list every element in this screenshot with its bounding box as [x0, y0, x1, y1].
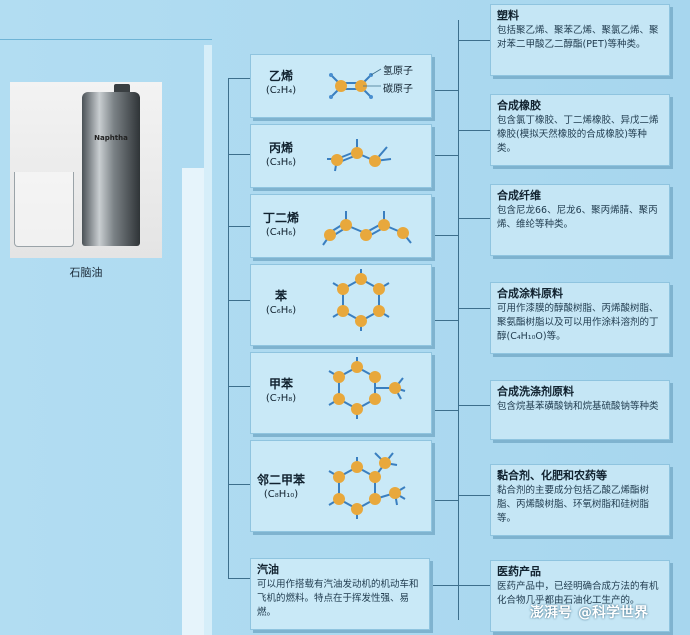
molecule-name: 苯: [274, 289, 287, 303]
molecule-formula: (C₇H₈): [265, 393, 297, 404]
molecule-formula: (C₂H₄): [265, 85, 297, 96]
product-line: [432, 500, 458, 501]
gasoline-box: 汽油 可以用作搭载有汽油发动机的机动车和飞机的燃料。特点在于挥发性强、易燃。: [250, 558, 430, 630]
molecule-propylene: 丙烯 (C₃H₆): [250, 124, 432, 188]
naphtha-photo: Naphtha: [10, 82, 162, 258]
molecule-formula: (C₆H₆): [265, 305, 297, 316]
gasoline-desc: 可以用作搭载有汽油发动机的机动车和飞机的燃料。特点在于挥发性强、易燃。: [257, 579, 419, 618]
molecule-benzene: 苯 (C₆H₆): [250, 264, 432, 346]
hydrogen-legend: 氢原子: [383, 66, 413, 77]
product-line: [432, 235, 458, 236]
branch-line: [228, 226, 250, 227]
product-desc: 包含烷基苯磺酸钠和烷基硫酸钠等种类: [497, 401, 659, 412]
xylene-structure: [328, 452, 406, 519]
carbon-legend: 碳原子: [383, 84, 413, 95]
mid-trunk: [204, 45, 212, 635]
glass-beaker: [14, 172, 74, 247]
product-title: 合成涂料原料: [497, 287, 563, 300]
molecule-name: 甲苯: [268, 377, 293, 391]
product-title: 黏合剂、化肥和农药等: [497, 469, 607, 482]
benzene-structure: [332, 269, 390, 331]
product-line: [432, 410, 458, 411]
branch-line: [228, 78, 250, 79]
product-line: [458, 495, 490, 496]
product-line: [432, 155, 458, 156]
product-desc: 黏合剂的主要成分包括乙酸乙烯酯树脂、丙烯酸树脂、环氧树脂和硅树脂等。: [497, 485, 650, 524]
watermark-account: @科学世界: [578, 605, 648, 621]
product-desc: 可用作漆膜的醇酸树脂、丙烯酸树脂、聚氨酯树脂以及可以用作涂料溶剂的丁醇(C₄H₁…: [497, 303, 659, 342]
branch-vline: [228, 78, 229, 578]
molecule-ethylene: 乙烯 (C₂H₄) 氢原子 碳原子: [250, 54, 432, 118]
molecule-butadiene: 丁二烯 (C₄H₆): [250, 194, 432, 258]
branch-line: [228, 484, 250, 485]
ethylene-structure: [329, 68, 382, 99]
product-title: 塑料: [497, 9, 519, 22]
product-line: [458, 405, 490, 406]
product-line: [458, 40, 490, 41]
product-title: 合成洗涤剂原料: [497, 385, 574, 398]
molecule-xylene: 邻二甲苯 (C₈H₁₀): [250, 440, 432, 532]
molecule-name: 乙烯: [268, 69, 293, 83]
right-vline: [458, 20, 459, 620]
product-title: 合成橡胶: [497, 99, 541, 112]
molecule-formula: (C₈H₁₀): [263, 489, 299, 500]
propylene-structure: [327, 139, 392, 172]
product-desc: 包含氯丁橡胶、丁二烯橡胶、异戊二烯橡胶(模拟天然橡胶的合成橡胶)等种类。: [497, 115, 659, 154]
watermark: 澎湃号 @科学世界: [530, 602, 648, 622]
toluene-structure: [328, 357, 406, 419]
product-title: 医药产品: [497, 565, 541, 578]
gasoline-title: 汽油: [257, 563, 279, 576]
product-synthetic-fiber: 合成纤维 包含尼龙66、尼龙6、聚丙烯腈、聚丙烯、维纶等种类。: [490, 184, 670, 256]
top-divider: [0, 39, 212, 40]
molecule-name: 邻二甲苯: [256, 473, 305, 487]
product-plastic: 塑料 包括聚乙烯、聚苯乙烯、聚氯乙烯、聚对苯二甲酸乙二醇酯(PET)等种类。: [490, 4, 670, 76]
product-coating: 合成涂料原料 可用作漆膜的醇酸树脂、丙烯酸树脂、聚氨酯树脂以及可以用作涂料溶剂的…: [490, 282, 670, 354]
branch-line: [228, 300, 250, 301]
product-line: [458, 308, 490, 309]
product-synthetic-rubber: 合成橡胶 包含氯丁橡胶、丁二烯橡胶、异戊二烯橡胶(模拟天然橡胶的合成橡胶)等种类…: [490, 94, 670, 166]
product-line: [458, 218, 490, 219]
left-trunk: [182, 168, 204, 635]
molecule-formula: (C₃H₆): [265, 157, 297, 168]
photo-label: 石脑油: [69, 266, 103, 279]
molecule-formula: (C₄H₆): [265, 227, 297, 238]
butadiene-structure: [322, 211, 412, 246]
molecule-name: 丙烯: [268, 141, 293, 155]
can-label: Naphtha: [94, 134, 128, 142]
product-line: [432, 585, 458, 586]
product-line: [458, 130, 490, 131]
product-line: [458, 585, 490, 586]
product-line: [432, 320, 458, 321]
product-line: [432, 90, 458, 91]
branch-line: [228, 578, 250, 579]
product-adhesive: 黏合剂、化肥和农药等 黏合剂的主要成分包括乙酸乙烯酯树脂、丙烯酸树脂、环氧树脂和…: [490, 464, 670, 536]
branch-line: [228, 154, 250, 155]
product-title: 合成纤维: [497, 189, 541, 202]
watermark-brand: 澎湃号: [530, 605, 572, 621]
product-desc: 包含尼龙66、尼龙6、聚丙烯腈、聚丙烯、维纶等种类。: [497, 205, 658, 230]
molecule-toluene: 甲苯 (C₇H₈): [250, 352, 432, 434]
molecule-name: 丁二烯: [262, 211, 299, 225]
naphtha-can: [82, 92, 140, 246]
product-desc: 包括聚乙烯、聚苯乙烯、聚氯乙烯、聚对苯二甲酸乙二醇酯(PET)等种类。: [497, 25, 659, 50]
branch-line: [228, 386, 250, 387]
product-detergent: 合成洗涤剂原料 包含烷基苯磺酸钠和烷基硫酸钠等种类: [490, 380, 670, 440]
